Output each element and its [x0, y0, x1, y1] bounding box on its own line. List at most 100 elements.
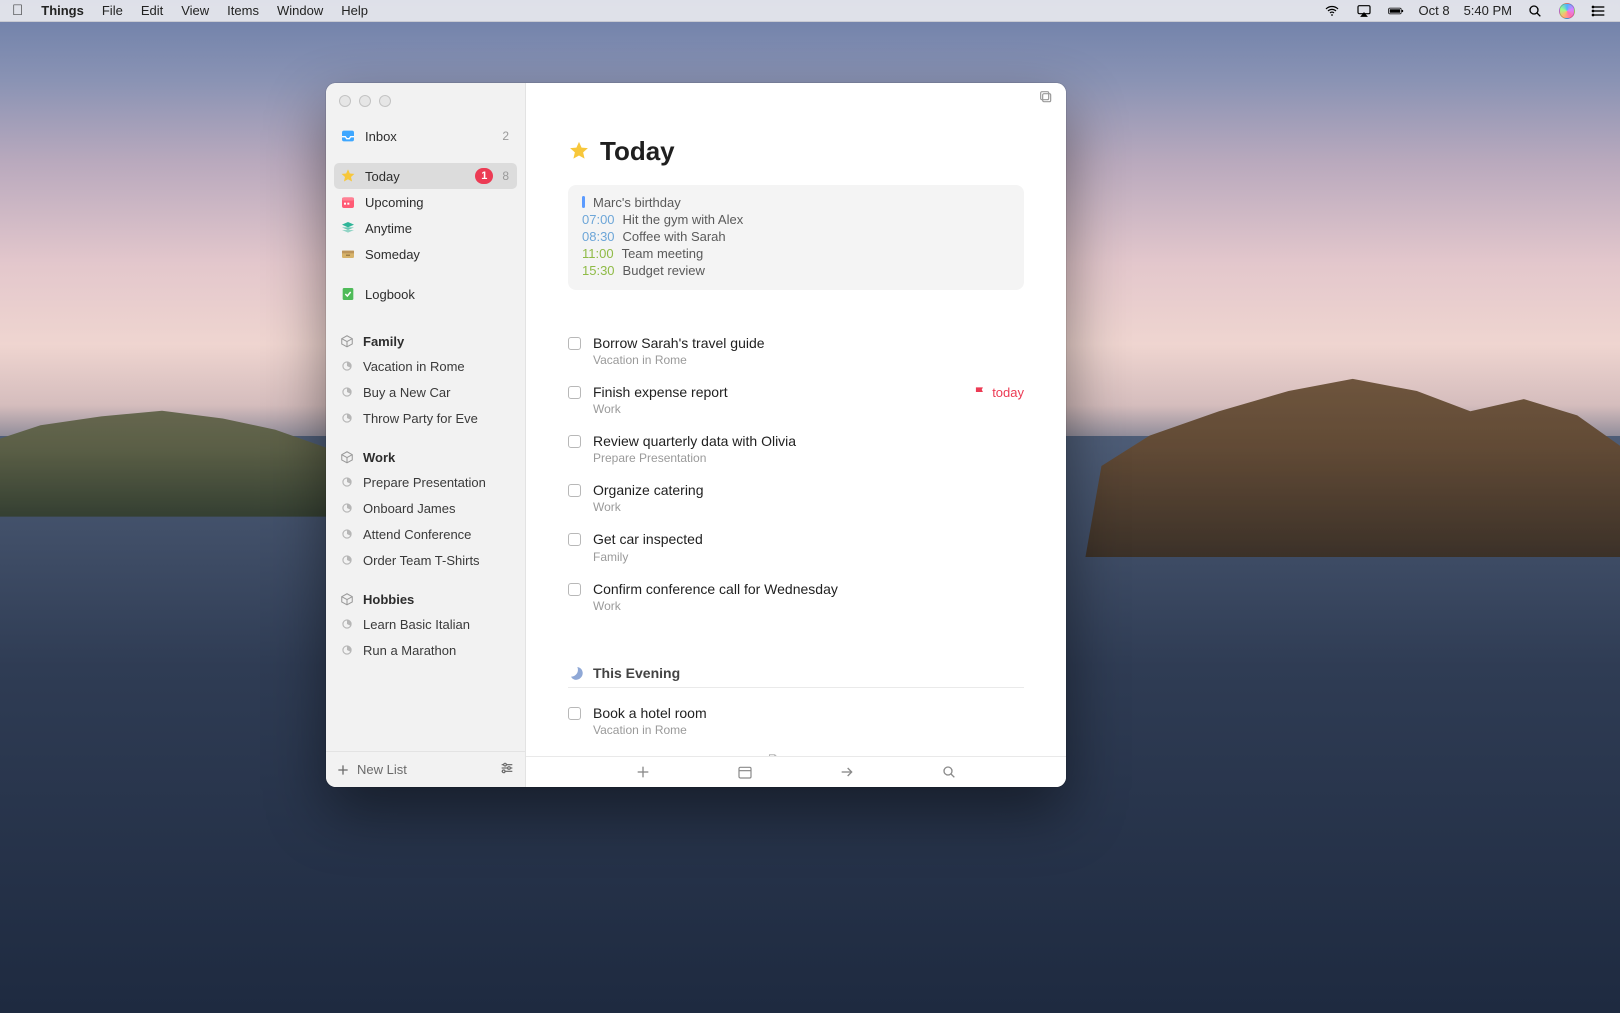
calendar-events: Marc's birthday 07:00Hit the gym with Ale… [568, 185, 1024, 290]
app-menu[interactable]: Things [32, 0, 93, 22]
todo-title: Confirm conference call for Wednesday [593, 580, 1024, 598]
window-titlebar [326, 83, 525, 119]
sidebar-item-logbook[interactable]: Logbook [334, 281, 517, 307]
sidebar-item-badge: 1 [475, 168, 493, 184]
todo-row[interactable]: Get car inspectedFamily [568, 522, 1024, 571]
sidebar-item-label: Someday [365, 247, 509, 262]
sidebar-area-header[interactable]: Hobbies [334, 587, 517, 611]
notification-center-icon[interactable] [1590, 3, 1608, 19]
sidebar-item-label: Anytime [365, 221, 509, 236]
arrow-right-icon [839, 764, 855, 780]
calendar-event-text: Marc's birthday [593, 195, 681, 210]
sidebar-item-label: Upcoming [365, 195, 509, 210]
todo-checkbox[interactable] [568, 484, 581, 497]
sidebar-project[interactable]: Attend Conference [334, 521, 517, 547]
settings-button[interactable] [499, 760, 515, 779]
todo-checkbox[interactable] [568, 386, 581, 399]
calendar-icon [340, 194, 356, 210]
todo-row[interactable]: Organize cateringWork [568, 473, 1024, 522]
siri-icon[interactable] [1558, 3, 1576, 19]
plus-icon [635, 764, 651, 780]
spotlight-icon[interactable] [1526, 3, 1544, 19]
todo-row[interactable]: Finish expense reportWorktoday [568, 375, 1024, 424]
todo-project: Vacation in Rome [593, 723, 1024, 737]
sidebar-area-label: Work [363, 450, 395, 465]
project-circle-icon [340, 643, 354, 657]
todo-row[interactable]: Book a hotel roomVacation in Rome [568, 696, 1024, 745]
sidebar-project[interactable]: Vacation in Rome [334, 353, 517, 379]
new-todo-button[interactable] [633, 762, 653, 782]
project-circle-icon [340, 385, 354, 399]
window-close-button[interactable] [339, 95, 351, 107]
edit-menu[interactable]: Edit [132, 0, 172, 22]
items-menu[interactable]: Items [218, 0, 268, 22]
sidebar-project[interactable]: Prepare Presentation [334, 469, 517, 495]
todo-checkbox[interactable] [568, 337, 581, 350]
menubar-time[interactable]: 5:40 PM [1464, 0, 1512, 22]
sidebar-area-label: Family [363, 334, 404, 349]
calendar-icon [737, 764, 753, 780]
project-circle-icon [340, 501, 354, 515]
view-menu[interactable]: View [172, 0, 218, 22]
battery-icon[interactable] [1387, 3, 1405, 19]
search-button[interactable] [939, 762, 959, 782]
section-title: This Evening [593, 665, 680, 681]
sidebar-item-today[interactable]: Today 1 8 [334, 163, 517, 189]
sidebar-project-label: Vacation in Rome [363, 359, 509, 374]
todo-checkbox[interactable] [568, 533, 581, 546]
todo-checkbox[interactable] [568, 707, 581, 720]
todo-row[interactable]: Review quarterly data with OliviaPrepare… [568, 424, 1024, 473]
new-list-label: New List [357, 762, 407, 777]
window-minimize-button[interactable] [359, 95, 371, 107]
box-icon [340, 592, 354, 606]
window-zoom-button[interactable] [379, 95, 391, 107]
sidebar-project-label: Attend Conference [363, 527, 509, 542]
todo-row[interactable]: Confirm conference call for WednesdayWor… [568, 572, 1024, 621]
file-menu[interactable]: File [93, 0, 132, 22]
schedule-button[interactable] [735, 762, 755, 782]
sidebar-area-header[interactable]: Work [334, 445, 517, 469]
flag-icon [973, 385, 987, 399]
logbook-icon [340, 286, 356, 302]
inbox-icon [340, 128, 356, 144]
sidebar-project[interactable]: Learn Basic Italian [334, 611, 517, 637]
calendar-event: 15:30Budget review [582, 263, 1010, 278]
sidebar-area-header[interactable]: Family [334, 329, 517, 353]
wifi-icon[interactable] [1323, 3, 1341, 19]
new-window-button[interactable] [1038, 89, 1054, 108]
sidebar-item-inbox[interactable]: Inbox 2 [334, 123, 517, 149]
new-list-button[interactable]: New List [336, 762, 491, 777]
sidebar-project-label: Order Team T-Shirts [363, 553, 509, 568]
sidebar-project[interactable]: Run a Marathon [334, 637, 517, 663]
help-menu[interactable]: Help [332, 0, 377, 22]
todo-title: Borrow Sarah's travel guide [593, 334, 1024, 352]
todo-checkbox[interactable] [568, 435, 581, 448]
sidebar-item-anytime[interactable]: Anytime [334, 215, 517, 241]
todo-project: Work [593, 500, 1024, 514]
sidebar-project[interactable]: Order Team T-Shirts [334, 547, 517, 573]
sidebar-project[interactable]: Throw Party for Eve [334, 405, 517, 431]
project-circle-icon [340, 359, 354, 373]
airplay-icon[interactable] [1355, 3, 1373, 19]
sidebar-item-count: 8 [502, 169, 509, 183]
apple-menu-icon[interactable]:  [12, 2, 32, 19]
sidebar-item-count: 2 [502, 129, 509, 143]
sidebar-item-label: Inbox [365, 129, 493, 144]
todo-row[interactable]: Read article about nutritionRun a Marath… [568, 745, 1024, 756]
sidebar-project[interactable]: Onboard James [334, 495, 517, 521]
sidebar-item-upcoming[interactable]: Upcoming [334, 189, 517, 215]
sidebar-item-someday[interactable]: Someday [334, 241, 517, 267]
window-menu[interactable]: Window [268, 0, 332, 22]
move-button[interactable] [837, 762, 857, 782]
calendar-event: 07:00Hit the gym with Alex [582, 212, 1010, 227]
todo-title: Book a hotel room [593, 704, 1024, 722]
todo-checkbox[interactable] [568, 583, 581, 596]
sidebar-project-label: Onboard James [363, 501, 509, 516]
sidebar-project[interactable]: Buy a New Car [334, 379, 517, 405]
todo-project: Family [593, 550, 1024, 564]
calendar-event-text: Budget review [623, 263, 705, 278]
menubar-date[interactable]: Oct 8 [1419, 0, 1450, 22]
todo-deadline: today [973, 385, 1024, 400]
todo-row[interactable]: Borrow Sarah's travel guideVacation in R… [568, 326, 1024, 375]
star-icon [340, 168, 356, 184]
